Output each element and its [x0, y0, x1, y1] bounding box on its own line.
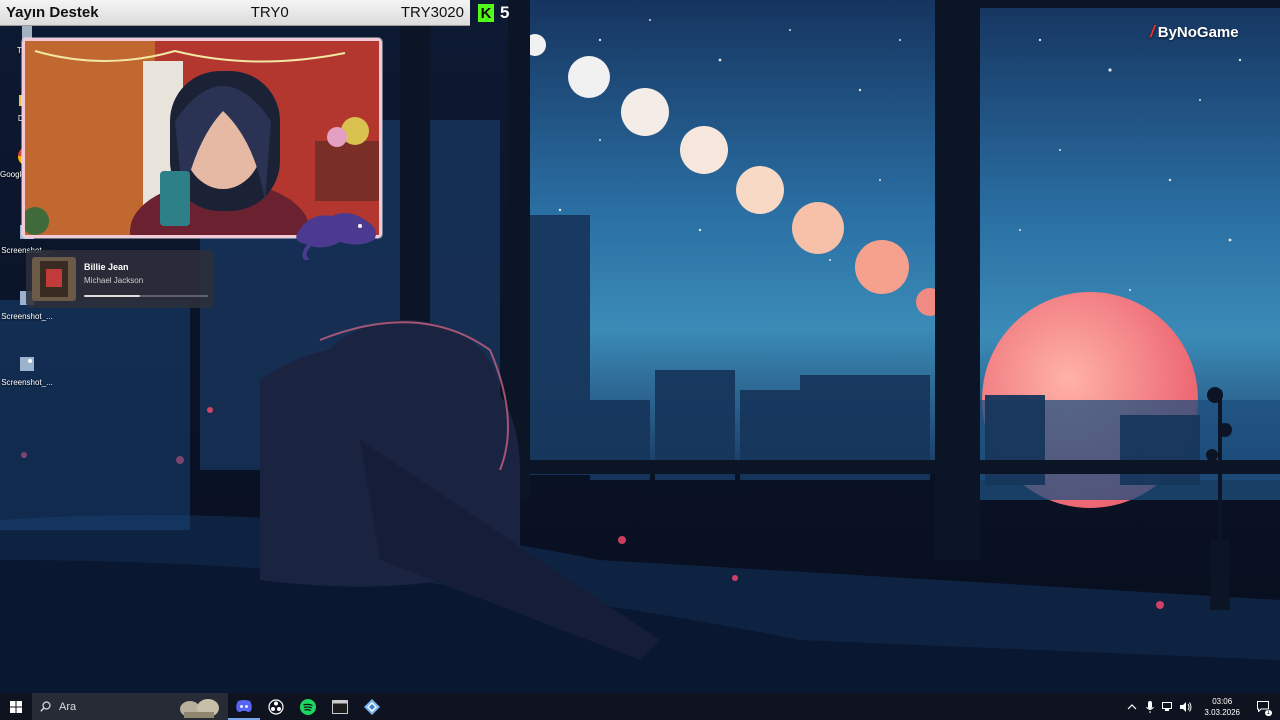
- desktop-icon-label: Screenshot_...: [1, 312, 53, 321]
- brand-slash-icon: /: [1150, 22, 1155, 41]
- windows-logo-icon: [10, 700, 22, 713]
- discord-icon: [236, 699, 252, 712]
- microphone-icon: [1146, 700, 1155, 713]
- tray-volume[interactable]: [1180, 701, 1192, 713]
- desktop-icon-screenshot-3[interactable]: Screenshot_...: [0, 354, 54, 387]
- taskbar-clock[interactable]: 03:06 3.03.2026: [1204, 696, 1240, 718]
- tray-overflow-button[interactable]: [1126, 701, 1138, 713]
- now-playing-widget: Billie Jean Michael Jackson: [26, 250, 214, 308]
- donation-goal-bar: Yayın Destek TRY0 TRY3020: [0, 0, 470, 26]
- tray-microphone[interactable]: [1144, 700, 1156, 713]
- taskbar-app-spotify[interactable]: [292, 693, 324, 720]
- clock-date: 3.03.2026: [1204, 707, 1240, 717]
- cat-mascot-icon: [296, 213, 376, 260]
- taskbar-search-box[interactable]: Ara: [32, 693, 228, 720]
- track-progress-fill: [84, 294, 140, 297]
- webcam-feed: [25, 41, 379, 235]
- start-button[interactable]: [0, 693, 32, 720]
- search-highlight-icon: [180, 699, 219, 718]
- track-progress-bar: [84, 294, 208, 297]
- track-info: Billie Jean Michael Jackson: [84, 262, 208, 297]
- donation-goal-amount: TRY3020: [400, 4, 464, 21]
- tray-network[interactable]: [1162, 701, 1174, 713]
- obs-icon: [268, 698, 284, 715]
- album-art: [32, 257, 76, 301]
- notification-center-button[interactable]: 1: [1252, 693, 1274, 720]
- notification-badge: 1: [1264, 710, 1272, 716]
- chevron-up-icon: [1127, 703, 1137, 709]
- taskbar: Ara 03:06 3.03.2026 1: [0, 693, 1280, 720]
- network-icon: [1162, 701, 1173, 711]
- image-file-icon: [20, 357, 34, 371]
- terminal-icon: [332, 699, 348, 714]
- taskbar-app-terminal[interactable]: [324, 693, 356, 720]
- search-placeholder: Ara: [59, 700, 77, 713]
- clock-time: 03:06: [1212, 696, 1233, 706]
- kick-viewer-count: 5: [500, 3, 510, 22]
- donation-title: Yayın Destek: [6, 4, 99, 21]
- kick-icon: K: [478, 4, 494, 22]
- kick-viewer-counter: K 5: [478, 2, 509, 24]
- taskbar-app-obs[interactable]: [260, 693, 292, 720]
- brand-name: ByNoGame: [1157, 23, 1239, 41]
- donation-current-amount: TRY0: [250, 4, 289, 21]
- app-icon: [364, 698, 380, 715]
- track-title: Billie Jean: [84, 261, 129, 272]
- taskbar-app-discord[interactable]: [228, 693, 260, 720]
- search-icon: [40, 701, 51, 712]
- track-artist: Michael Jackson: [84, 275, 144, 285]
- system-tray: 03:06 3.03.2026 1: [1126, 693, 1280, 720]
- spotify-icon: [300, 698, 316, 715]
- speaker-icon: [1180, 701, 1192, 712]
- taskbar-app-extra[interactable]: [356, 693, 388, 720]
- desktop-icon-label: Screenshot_...: [1, 378, 53, 387]
- brand-logo: / ByNoGame: [1150, 22, 1239, 42]
